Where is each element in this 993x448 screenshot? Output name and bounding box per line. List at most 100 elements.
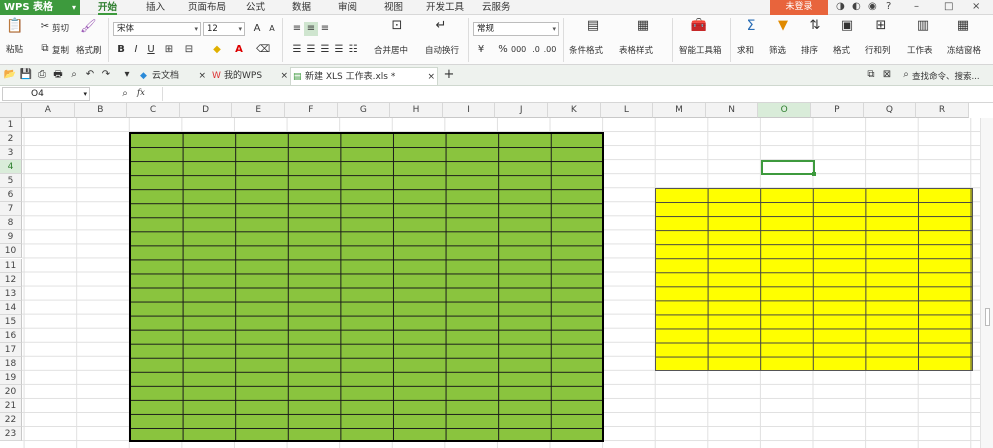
bold-icon[interactable]: B (114, 43, 128, 57)
menu-data[interactable]: 数据 (292, 0, 311, 15)
menu-developer[interactable]: 开发工具 (426, 0, 464, 15)
scroll-thumb[interactable] (985, 308, 990, 326)
filter-label[interactable]: 筛选 (769, 44, 786, 56)
menu-view[interactable]: 视图 (384, 0, 403, 15)
increase-decimal-icon[interactable]: .0 (529, 43, 543, 57)
print-icon[interactable]: 🖶 (51, 68, 65, 82)
row-header-11[interactable]: 11 (0, 258, 22, 273)
yellow-filled-range[interactable] (655, 188, 973, 371)
select-all-corner[interactable] (0, 103, 22, 118)
row-header-8[interactable]: 8 (0, 216, 22, 231)
currency-icon[interactable]: ¥ (474, 43, 488, 57)
sum-icon[interactable]: Σ (742, 19, 760, 37)
decrease-font-icon[interactable]: A (265, 22, 279, 36)
row-col-label[interactable]: 行和列 (865, 44, 891, 56)
row-header-7[interactable]: 7 (0, 202, 22, 217)
increase-font-icon[interactable]: A (250, 22, 264, 36)
align-top-icon[interactable]: ≡ (290, 22, 304, 36)
save-icon[interactable]: 💾 (19, 68, 33, 82)
row-header-3[interactable]: 3 (0, 146, 22, 161)
column-header-b[interactable]: B (74, 103, 128, 118)
share-icon[interactable]: ◉ (868, 1, 877, 12)
font-name-select[interactable]: 宋体 ▾ (113, 22, 201, 36)
copy-label[interactable]: 复制 (52, 44, 69, 56)
merge-border-icon[interactable]: ⊟ (182, 43, 196, 57)
row-header-20[interactable]: 20 (0, 384, 22, 399)
settings-icon[interactable]: ◐ (852, 1, 861, 12)
export-pdf-icon[interactable]: ⎙ (35, 68, 49, 82)
menu-home[interactable]: 开始 (98, 0, 118, 15)
column-header-e[interactable]: E (232, 103, 285, 118)
conditional-format-label[interactable]: 条件格式 (569, 44, 603, 56)
row-header-5[interactable]: 5 (0, 174, 22, 189)
underline-icon[interactable]: U (144, 43, 158, 57)
italic-icon[interactable]: I (129, 43, 143, 57)
app-menu-button[interactable]: WPS 表格 ▾ (0, 0, 80, 15)
clear-format-icon[interactable]: ⌫ (256, 43, 270, 57)
close-button[interactable]: × (972, 1, 980, 12)
row-header-4[interactable]: 4 (0, 160, 22, 175)
font-color-icon[interactable]: A (232, 43, 246, 57)
column-header-d[interactable]: D (179, 103, 233, 118)
row-header-22[interactable]: 22 (0, 413, 22, 428)
format-painter-label[interactable]: 格式刷 (76, 44, 102, 56)
freeze-panes-label[interactable]: 冻结窗格 (947, 44, 981, 56)
chevron-down-icon[interactable]: ▾ (83, 88, 87, 100)
menu-review[interactable]: 审阅 (338, 0, 357, 15)
close-tab-icon[interactable]: × (427, 68, 435, 86)
name-box[interactable]: O4 ▾ (2, 87, 90, 101)
help-button[interactable]: ? (886, 1, 891, 12)
sum-label[interactable]: 求和 (737, 44, 754, 56)
new-tab-icon[interactable]: + (442, 68, 456, 82)
wrap-text-icon[interactable]: ↵ (432, 19, 450, 37)
column-header-g[interactable]: G (337, 103, 391, 118)
fill-handle[interactable] (812, 172, 816, 176)
column-header-j[interactable]: J (495, 103, 548, 118)
column-header-l[interactable]: L (600, 103, 654, 118)
toolbox-icon[interactable]: 🧰 (690, 19, 708, 37)
formula-input[interactable] (162, 87, 991, 101)
row-col-icon[interactable]: ⊞ (872, 19, 890, 37)
column-header-c[interactable]: C (127, 103, 180, 118)
skin-icon[interactable]: ◑ (836, 1, 845, 12)
distributed-icon[interactable]: ☷ (346, 43, 360, 57)
active-cell-selection[interactable] (761, 160, 816, 176)
column-header-h[interactable]: H (390, 103, 443, 118)
close-tab-icon[interactable]: × (198, 67, 206, 85)
brush-icon[interactable]: 🖌 (80, 20, 97, 34)
row-header-16[interactable]: 16 (0, 328, 22, 343)
tab-my-wps[interactable]: W 我的WPS × (210, 67, 288, 85)
sidebar-toggle-icon[interactable]: ⧉ (864, 68, 878, 82)
auto-wrap-label[interactable]: 自动换行 (425, 44, 459, 56)
menu-cloud[interactable]: 云服务 (482, 0, 511, 15)
print-preview-icon[interactable]: ⌕ (67, 68, 81, 82)
align-left-icon[interactable]: ☰ (290, 43, 304, 57)
green-filled-range[interactable] (129, 132, 604, 442)
row-header-13[interactable]: 13 (0, 286, 22, 301)
align-bottom-icon[interactable]: ≡ (318, 22, 332, 36)
row-header-19[interactable]: 19 (0, 370, 22, 385)
tab-cloud-docs[interactable]: ◆ 云文档 × (138, 67, 206, 85)
quick-access-dropdown-icon[interactable]: ▾ (120, 68, 134, 82)
row-header-15[interactable]: 15 (0, 314, 22, 329)
row-header-12[interactable]: 12 (0, 272, 22, 287)
menu-insert[interactable]: 插入 (146, 0, 165, 15)
open-folder-icon[interactable]: 📂 (3, 68, 17, 82)
table-style-label[interactable]: 表格样式 (619, 44, 653, 56)
paste-label[interactable]: 粘贴 (6, 43, 23, 55)
sort-label[interactable]: 排序 (801, 44, 818, 56)
worksheet-icon[interactable]: ▥ (914, 19, 932, 37)
maximize-button[interactable]: □ (944, 1, 953, 12)
column-header-f[interactable]: F (285, 103, 338, 118)
align-right-icon[interactable]: ☰ (318, 43, 332, 57)
column-header-m[interactable]: M (653, 103, 706, 118)
justify-icon[interactable]: ☰ (332, 43, 346, 57)
column-header-p[interactable]: P (811, 103, 864, 118)
freeze-panes-icon[interactable]: ▦ (954, 19, 972, 37)
thousands-icon[interactable]: 000 (511, 43, 526, 57)
align-middle-icon[interactable]: ≡ (304, 22, 318, 36)
align-center-icon[interactable]: ☰ (304, 43, 318, 57)
pin-icon[interactable]: ⊠ (880, 68, 894, 82)
column-header-q[interactable]: Q (863, 103, 917, 118)
format-icon[interactable]: ▣ (838, 19, 856, 37)
